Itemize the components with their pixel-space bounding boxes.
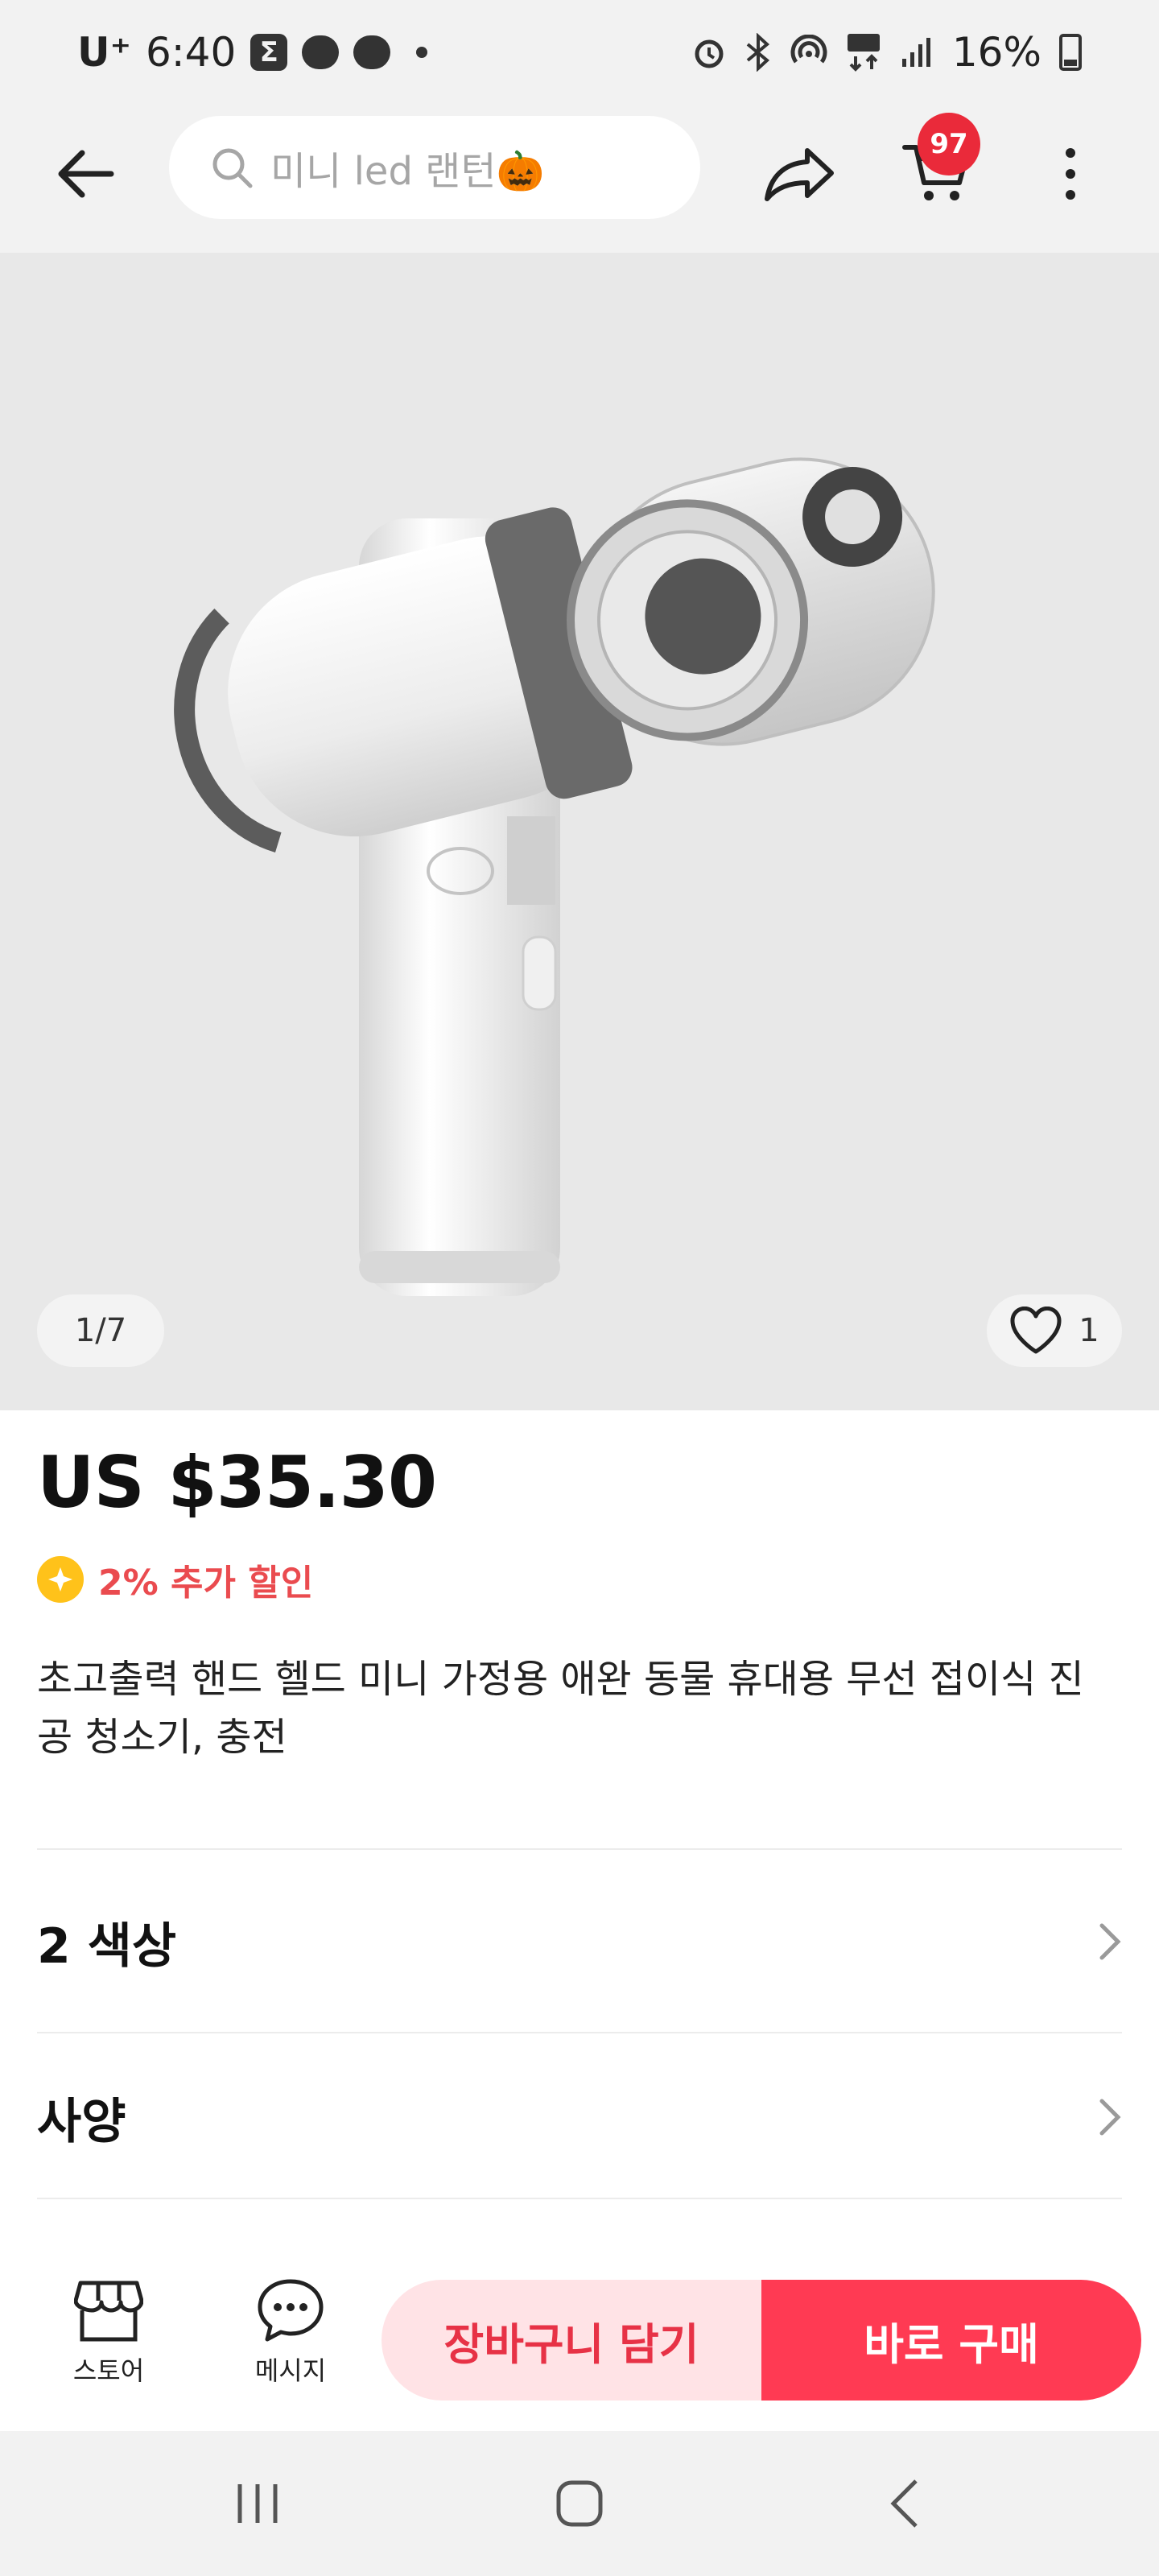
more-dot-icon xyxy=(1066,190,1075,200)
search-icon xyxy=(212,148,253,188)
search-placeholder: 미니 led 랜턴🎃 xyxy=(270,149,545,194)
store-button[interactable]: 스토어 xyxy=(48,2278,169,2407)
5g-data-icon xyxy=(847,34,880,72)
status-bar: U⁺ 6:40 Σ 16% xyxy=(0,0,1159,103)
recent-apps-icon xyxy=(237,2484,278,2523)
message-label: 메시지 xyxy=(254,2355,327,2386)
bottom-action-bar: 스토어 메시지 장바구니 담기 바로 구매 xyxy=(0,2246,1159,2431)
recent-apps-button[interactable] xyxy=(209,2463,306,2544)
message-notification-icon xyxy=(353,35,391,69)
alarm-icon xyxy=(695,39,724,68)
top-app-bar: 미니 led 랜턴🎃 xyxy=(0,103,1159,253)
extra-discount: 2% 추가 할인 xyxy=(37,1554,313,1605)
chevron-right-icon xyxy=(1099,2099,1121,2136)
chevron-left-icon xyxy=(890,2479,918,2528)
chat-notification-icon xyxy=(302,35,340,69)
share-icon xyxy=(765,148,834,201)
heart-icon xyxy=(1010,1307,1062,1354)
add-to-cart-button[interactable]: 장바구니 담기 xyxy=(382,2280,761,2401)
product-price: US $35.30 xyxy=(37,1441,437,1524)
divider xyxy=(37,2198,1122,2199)
back-button[interactable] xyxy=(45,134,126,214)
store-icon xyxy=(74,2281,143,2342)
color-options-row[interactable]: 2 색상 xyxy=(37,1893,1122,1990)
more-dot-icon xyxy=(1066,169,1075,179)
color-options-label: 2 색상 xyxy=(37,1918,177,1975)
divider xyxy=(37,1848,1122,1850)
coin-icon xyxy=(37,1556,84,1603)
discount-label: 2% 추가 할인 xyxy=(98,1563,314,1604)
image-counter: 1/7 xyxy=(37,1294,164,1367)
buy-now-button[interactable]: 바로 구매 xyxy=(761,2280,1141,2401)
search-input[interactable]: 미니 led 랜턴🎃 xyxy=(169,116,700,219)
carrier-label: U⁺ xyxy=(77,29,131,76)
specifications-label: 사양 xyxy=(37,2093,126,2150)
product-image-carousel[interactable]: 1/7 1 xyxy=(0,253,1159,1410)
store-label: 스토어 xyxy=(72,2355,145,2386)
vacuum-product-image xyxy=(174,457,935,1296)
system-nav-bar xyxy=(0,2431,1159,2576)
message-button[interactable]: 메시지 xyxy=(230,2278,351,2407)
wishlist-button[interactable]: 1 xyxy=(987,1294,1122,1367)
sigma-app-icon: Σ xyxy=(250,34,288,71)
share-button[interactable] xyxy=(755,134,843,214)
chat-bubble-icon xyxy=(258,2279,324,2342)
signal-icon xyxy=(901,38,930,67)
home-icon xyxy=(556,2480,603,2527)
arrow-left-icon xyxy=(58,150,114,198)
product-title: 초고출력 핸드 헬드 미니 가정용 애완 동물 휴대용 무선 접이식 진공 청소… xyxy=(37,1657,1084,1760)
specifications-row[interactable]: 사양 xyxy=(37,2069,1122,2165)
hotspot-icon xyxy=(790,35,827,64)
battery-icon xyxy=(1059,34,1082,71)
more-notifications-icon xyxy=(416,47,428,58)
battery-percent: 16% xyxy=(951,29,1041,76)
like-count: 1 xyxy=(1079,1312,1099,1349)
more-options-button[interactable] xyxy=(1046,134,1095,214)
chevron-right-icon xyxy=(1099,1923,1121,1960)
divider xyxy=(37,2032,1122,2033)
cart-count-badge: 97 xyxy=(918,113,980,175)
home-button[interactable] xyxy=(531,2463,628,2544)
status-right: 16% xyxy=(691,24,1082,80)
status-left: U⁺ 6:40 Σ xyxy=(77,24,428,80)
system-back-button[interactable] xyxy=(856,2463,953,2544)
status-time: 6:40 xyxy=(146,29,237,76)
bluetooth-icon xyxy=(746,33,769,72)
more-dot-icon xyxy=(1066,148,1075,158)
